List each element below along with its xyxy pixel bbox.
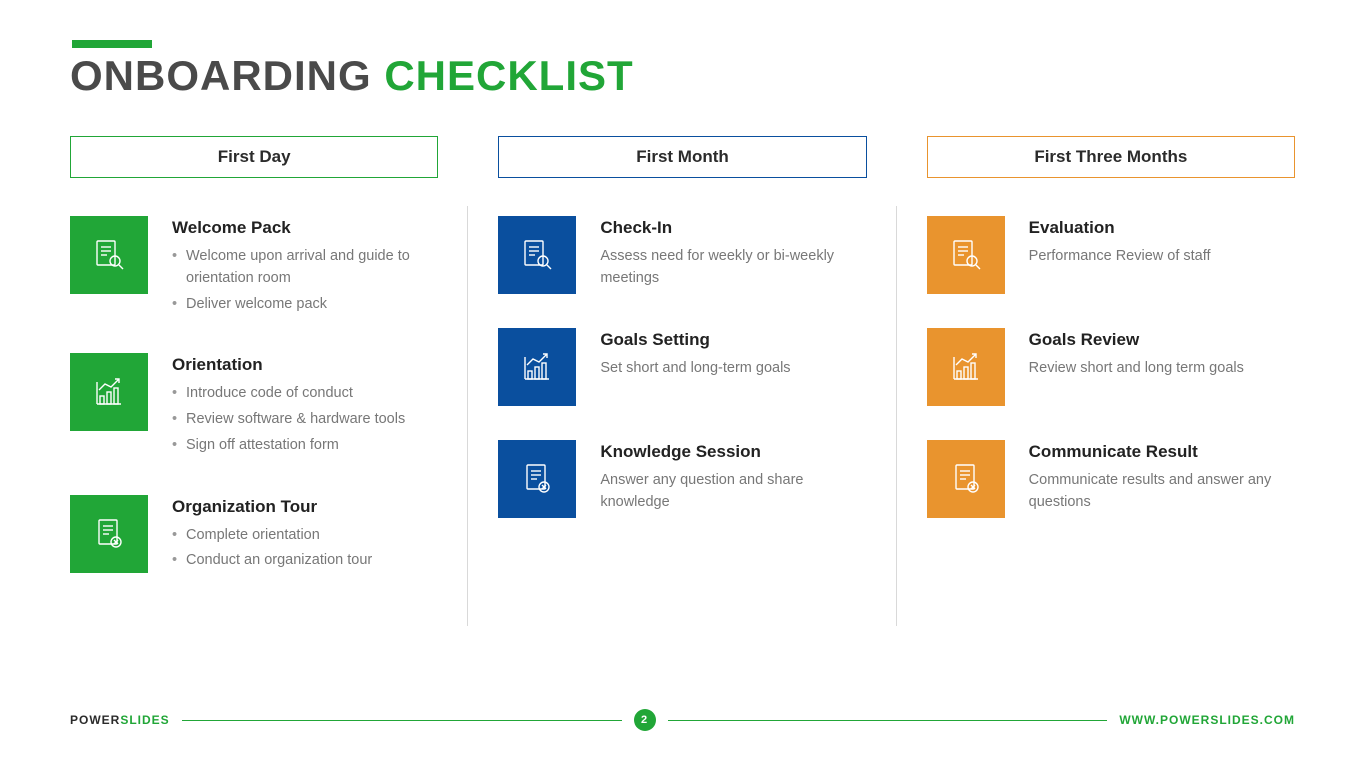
checklist-item: Welcome Pack Welcome upon arrival and gui… [70, 216, 438, 319]
item-description: Answer any question and share knowledge [600, 470, 866, 514]
item-body: Orientation Introduce code of conduct Revi… [172, 353, 438, 460]
item-body: Welcome Pack Welcome upon arrival and gui… [172, 216, 438, 319]
slide: ONBOARDING CHECKLIST First Day Welcome Pa… [0, 0, 1365, 610]
footer-brand-part1: POWER [70, 713, 120, 727]
item-body: Goals Review Review short and long term g… [1029, 328, 1295, 380]
footer-line-left [182, 720, 622, 721]
doc-x-icon [498, 440, 576, 518]
footer-brand-part2: SLIDES [120, 713, 169, 727]
item-title: Goals Review [1029, 330, 1295, 350]
item-bullet: Complete orientation [172, 525, 438, 547]
item-bullet: Deliver welcome pack [172, 294, 438, 316]
column-blue: First Month Check-In Assess need for weekl… [498, 136, 866, 610]
checklist-item: Goals Review Review short and long term g… [927, 328, 1295, 406]
item-title: Communicate Result [1029, 442, 1295, 462]
item-bullet: Conduct an organization tour [172, 550, 438, 572]
footer-line-right [668, 720, 1108, 721]
item-title: Organization Tour [172, 497, 438, 517]
column-header: First Day [70, 136, 438, 178]
item-body: Knowledge Session Answer any question and… [600, 440, 866, 514]
checklist-item: Organization Tour Complete orientation Con… [70, 495, 438, 577]
item-bullet: Welcome upon arrival and guide to orient… [172, 246, 438, 290]
item-title: Knowledge Session [600, 442, 866, 462]
item-title: Check-In [600, 218, 866, 238]
checklist-item: Orientation Introduce code of conduct Revi… [70, 353, 438, 460]
item-title: Orientation [172, 355, 438, 375]
doc-search-icon [927, 216, 1005, 294]
title-accent-bar [72, 40, 152, 48]
item-description: Communicate results and answer any quest… [1029, 470, 1295, 514]
slide-footer: POWERSLIDES 2 WWW.POWERSLIDES.COM [70, 709, 1295, 731]
doc-search-icon [498, 216, 576, 294]
page-title: ONBOARDING CHECKLIST [70, 52, 1295, 100]
item-body: Goals Setting Set short and long-term goa… [600, 328, 866, 380]
doc-x-icon [927, 440, 1005, 518]
columns-container: First Day Welcome Pack Welcome upon arriva… [70, 136, 1295, 610]
title-part-1: ONBOARDING [70, 52, 384, 99]
doc-search-icon [70, 216, 148, 294]
checklist-item: Knowledge Session Answer any question and… [498, 440, 866, 518]
item-body: Communicate Result Communicate results an… [1029, 440, 1295, 514]
column-header: First Month [498, 136, 866, 178]
item-bullet: Introduce code of conduct [172, 383, 438, 405]
item-description: Assess need for weekly or bi-weekly meet… [600, 246, 866, 290]
item-description: Complete orientation Conduct an organizat… [172, 525, 438, 573]
column-orange: First Three Months Evaluation Performance … [927, 136, 1295, 610]
item-title: Goals Setting [600, 330, 866, 350]
item-body: Check-In Assess need for weekly or bi-wee… [600, 216, 866, 290]
item-title: Welcome Pack [172, 218, 438, 238]
item-bullet: Review software & hardware tools [172, 409, 438, 431]
column-green: First Day Welcome Pack Welcome upon arriva… [70, 136, 438, 610]
checklist-item: Check-In Assess need for weekly or bi-wee… [498, 216, 866, 294]
chart-up-icon [498, 328, 576, 406]
item-bullet: Sign off attestation form [172, 435, 438, 457]
checklist-item: Goals Setting Set short and long-term goa… [498, 328, 866, 406]
item-body: Organization Tour Complete orientation Con… [172, 495, 438, 577]
column-header: First Three Months [927, 136, 1295, 178]
doc-x-icon [70, 495, 148, 573]
item-description: Introduce code of conduct Review software… [172, 383, 438, 456]
item-description: Welcome upon arrival and guide to orient… [172, 246, 438, 315]
page-number: 2 [634, 709, 656, 731]
chart-up-icon [927, 328, 1005, 406]
title-part-2: CHECKLIST [384, 52, 633, 99]
footer-brand: POWERSLIDES [70, 713, 170, 727]
item-body: Evaluation Performance Review of staff [1029, 216, 1295, 268]
item-description: Performance Review of staff [1029, 246, 1295, 268]
item-title: Evaluation [1029, 218, 1295, 238]
chart-up-icon [70, 353, 148, 431]
item-description: Set short and long-term goals [600, 358, 866, 380]
footer-url: WWW.POWERSLIDES.COM [1119, 713, 1295, 727]
checklist-item: Communicate Result Communicate results an… [927, 440, 1295, 518]
item-description: Review short and long term goals [1029, 358, 1295, 380]
checklist-item: Evaluation Performance Review of staff [927, 216, 1295, 294]
